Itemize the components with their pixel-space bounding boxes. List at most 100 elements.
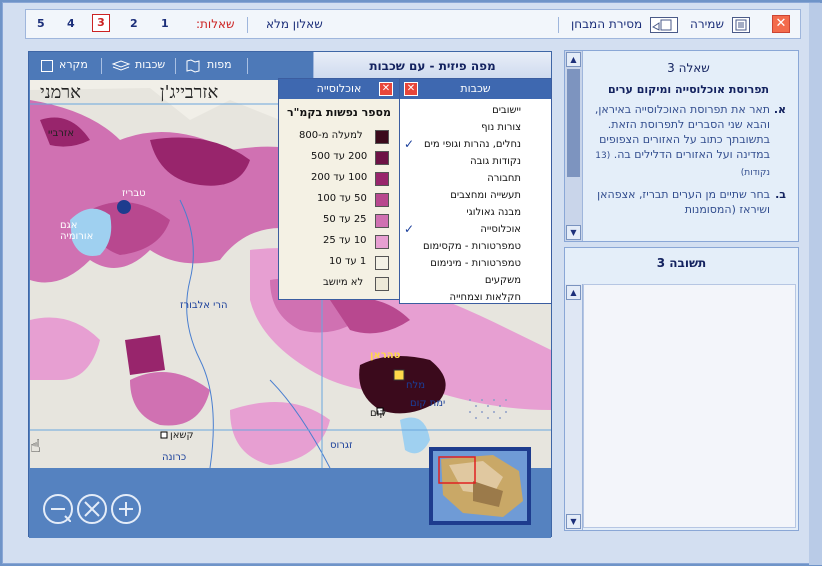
answer-textarea[interactable]: [583, 284, 796, 528]
question-3-link[interactable]: 3: [92, 14, 110, 32]
legend-label: 50 עד 100: [317, 193, 367, 204]
layer-item-label: נחלים, נהרות וגופי מים: [423, 139, 521, 150]
legend-swatch: [375, 193, 389, 207]
legend-label: לא מיושב: [323, 277, 364, 288]
toolbar-divider: [558, 17, 559, 33]
tab-divider: [247, 58, 248, 74]
save-button[interactable]: שמירה: [690, 17, 724, 31]
legend-checkbox[interactable]: [41, 60, 53, 72]
checkmark-icon: ✓: [404, 137, 415, 151]
legend-row: 10 עד 25: [279, 232, 399, 253]
map-label-azerbaijan: אזרבייג'ן: [160, 82, 219, 103]
population-legend-dialog: אוכלוסייה ✕ מספר נפשות בקמ"ר למעלה מ-800…: [278, 78, 400, 300]
map-label-salt: מלח: [406, 380, 426, 391]
layers-icon[interactable]: [111, 59, 131, 76]
tab-maps[interactable]: מפות: [207, 58, 232, 71]
legend-row: 1 עד 10: [279, 253, 399, 274]
top-toolbar: ✕ שמירה מסירת המבחן שאלון מלא שאלות: 1 2…: [25, 9, 801, 39]
minimap-image: [433, 451, 527, 521]
legend-row: 100 עד 200: [279, 169, 399, 190]
minimap[interactable]: [429, 447, 531, 525]
tab-divider: [175, 58, 176, 74]
maps-icon[interactable]: [185, 59, 201, 76]
legend-label: 1 עד 10: [329, 256, 367, 267]
layer-item-temp-min[interactable]: טמפרטורות - מינימום: [400, 255, 551, 272]
submit-exam-icon[interactable]: [650, 17, 678, 33]
hand-cursor-icon: ☝: [30, 436, 41, 457]
map-label-qom-lake: ימת קום: [410, 398, 446, 409]
map-label-kashan: קשאן: [170, 430, 194, 441]
map-title: מפה פיזית - עם שכבות: [313, 52, 551, 80]
layer-item-landforms[interactable]: צורות נוף: [400, 119, 551, 136]
legend-row: 200 עד 500: [279, 148, 399, 169]
legend-swatch: [375, 235, 389, 249]
layer-item-label: תחבורה: [487, 173, 521, 184]
layer-item-population[interactable]: אוכלוסייה ✓: [400, 221, 551, 238]
question-part-a: א. תאר את תפרוסת האוכלוסייה באיראן, והבא…: [591, 102, 786, 181]
population-dialog-title: אוכלוסייה: [316, 82, 362, 95]
layer-item-precipitation[interactable]: משקעים: [400, 272, 551, 289]
tab-legend[interactable]: מקרא: [59, 58, 88, 71]
tab-divider: [101, 58, 102, 74]
layer-item-label: טמפרטורות - מקסימום: [422, 241, 521, 252]
part-a-text: תאר את תפרוסת האוכלוסייה באיראן, והבא שנ…: [594, 103, 770, 161]
question-2-link[interactable]: 2: [130, 17, 138, 30]
layers-list: יישובים צורות נוף נחלים, נהרות וגופי מים…: [400, 99, 551, 306]
toolbar-divider: [247, 17, 248, 33]
answer-scrollbar[interactable]: ▲ ▼: [565, 284, 583, 530]
layer-item-label: אוכלוסייה: [480, 224, 521, 235]
question-body: שאלה 3 תפרוסת אוכלוסייה ומיקום ערים א. ת…: [583, 51, 798, 241]
layer-item-geology[interactable]: מבנה גאולוגי: [400, 204, 551, 221]
map-label-lake-urmia: אגם אורומיה: [60, 220, 94, 242]
scroll-down-icon[interactable]: ▼: [566, 225, 581, 240]
layer-item-label: נקודות גובה: [470, 156, 521, 167]
scroll-down-icon[interactable]: ▼: [566, 514, 581, 529]
layer-item-transport[interactable]: תחבורה: [400, 170, 551, 187]
full-questionnaire-button[interactable]: שאלון מלא: [266, 17, 323, 31]
legend-swatch: [375, 151, 389, 165]
submit-exam-button[interactable]: מסירת המבחן: [571, 17, 642, 31]
question-5-link[interactable]: 5: [37, 17, 45, 30]
close-icon[interactable]: ✕: [379, 82, 393, 96]
map-label-armenia: ארמני: [40, 82, 81, 103]
legend-label: למעלה מ-800: [299, 130, 363, 141]
population-legend-subtitle: מספר נפשות בקמ"ר: [287, 106, 391, 119]
part-a-letter: א.: [773, 103, 786, 116]
save-icon[interactable]: [732, 17, 750, 33]
question-scrollbar[interactable]: ▲ ▼: [565, 51, 583, 241]
legend-label: 100 עד 200: [311, 172, 368, 183]
question-4-link[interactable]: 4: [67, 17, 75, 30]
questions-label: שאלות:: [196, 17, 235, 31]
layer-item-water[interactable]: נחלים, נהרות וגופי מים ✓: [400, 136, 551, 153]
legend-swatch: [375, 277, 389, 291]
layer-item-label: טמפרטורות - מינימום: [430, 258, 521, 269]
tab-layers[interactable]: שכבות: [135, 58, 165, 71]
question-part-b: ב. בחר שתיים מן הערים תבריז, אצפהאן ושיר…: [591, 187, 786, 217]
layer-item-agriculture[interactable]: חקלאות וצמחייה: [400, 289, 551, 306]
question-panel: ▲ ▼ שאלה 3 תפרוסת אוכלוסייה ומיקום ערים …: [564, 50, 799, 242]
layer-item-elevation[interactable]: נקודות גובה: [400, 153, 551, 170]
question-1-link[interactable]: 1: [161, 17, 169, 30]
layer-item-temp-max[interactable]: טמפרטורות - מקסימום: [400, 238, 551, 255]
zoom-out-icon[interactable]: [43, 494, 73, 524]
legend-swatch: [375, 214, 389, 228]
layer-item-label: יישובים: [492, 105, 521, 116]
zoom-in-icon[interactable]: [111, 494, 141, 524]
close-icon[interactable]: ✕: [404, 82, 418, 96]
map-label-alborz: הרי אלבורז: [180, 300, 228, 311]
legend-label: 25 עד 50: [323, 214, 367, 225]
question-subtitle: תפרוסת אוכלוסייה ומיקום ערים: [608, 83, 769, 96]
map-label-karun: כרונה: [162, 452, 187, 463]
close-icon[interactable]: ✕: [772, 15, 790, 33]
part-b-letter: ב.: [775, 188, 786, 201]
map-label-zagros: זגרוס: [330, 440, 353, 451]
zoom-reset-icon[interactable]: [77, 494, 107, 524]
layer-item-industry[interactable]: תעשייה ומחצבים: [400, 187, 551, 204]
scroll-thumb[interactable]: [567, 69, 580, 177]
legend-row: למעלה מ-800: [279, 127, 399, 148]
layer-item-settlements[interactable]: יישובים: [400, 102, 551, 119]
scroll-up-icon[interactable]: ▲: [566, 52, 581, 67]
legend-label: 10 עד 25: [323, 235, 367, 246]
scroll-up-icon[interactable]: ▲: [566, 285, 581, 300]
map-label-qom: קום: [370, 408, 387, 419]
